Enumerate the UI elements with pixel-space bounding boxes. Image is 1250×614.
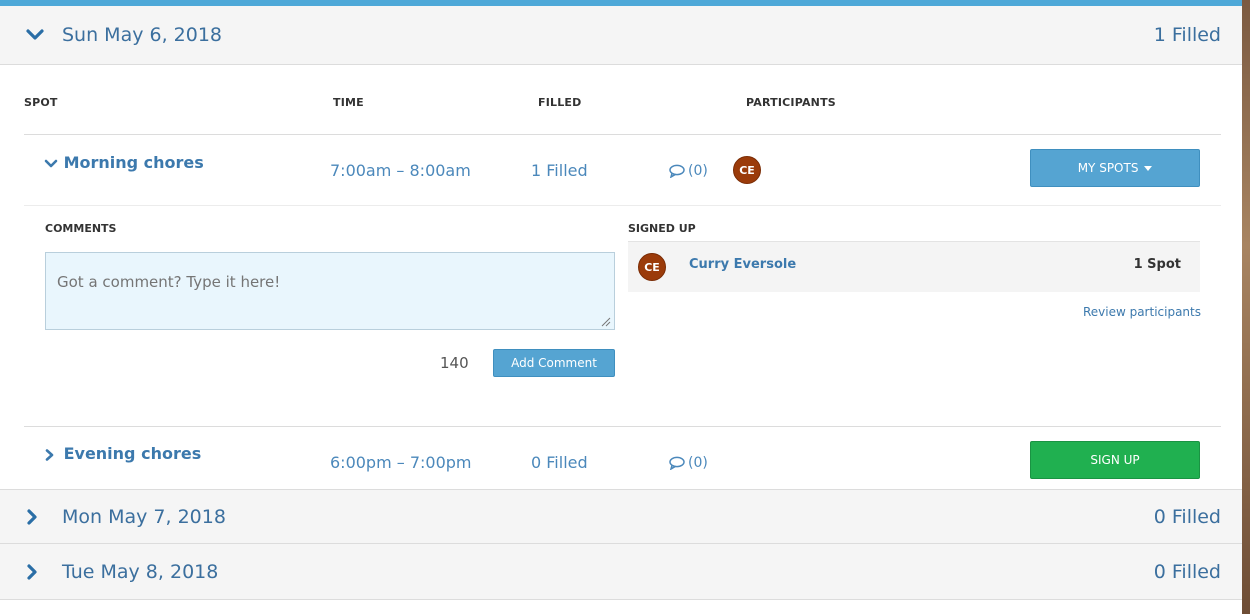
date-label: Tue May 8, 2018 [62, 560, 219, 583]
window-edge [1242, 0, 1250, 614]
comment-count-link[interactable]: (0) [668, 455, 708, 471]
review-participants-link[interactable]: Review participants [1000, 305, 1201, 319]
date-row-mon[interactable]: Mon May 7, 2018 0 Filled [0, 489, 1242, 544]
date-filled-count: 0 Filled [1153, 505, 1221, 528]
chevron-down-icon [44, 153, 58, 172]
header-filled: FILLED [538, 96, 582, 109]
comment-count: (0) [688, 455, 708, 471]
spot-time: 7:00am – 8:00am [330, 161, 471, 180]
my-spots-label: MY SPOTS [1077, 161, 1139, 175]
header-participants: PARTICIPANTS [746, 96, 836, 109]
avatar: CE [638, 253, 666, 281]
comment-input[interactable] [45, 252, 615, 330]
participant-spots: 1 Spot [1133, 257, 1181, 272]
spot-time: 6:00pm – 7:00pm [330, 453, 472, 472]
spot-name: Evening chores [63, 444, 202, 463]
add-comment-button[interactable]: Add Comment [493, 349, 615, 377]
comments-label: COMMENTS [45, 222, 117, 235]
date-label: Sun May 6, 2018 [62, 24, 223, 46]
spot-toggle-evening[interactable]: Evening chores [44, 444, 202, 463]
spot-toggle-morning[interactable]: Morning chores [44, 153, 204, 172]
divider [24, 426, 1221, 427]
char-count: 140 [440, 354, 469, 372]
date-filled-count: 1 Filled [1153, 24, 1221, 46]
spot-filled: 1 Filled [531, 161, 588, 180]
sign-up-button[interactable]: SIGN UP [1030, 441, 1200, 479]
header-spot: SPOT [24, 96, 58, 109]
divider [24, 134, 1221, 135]
chevron-right-icon [44, 444, 58, 463]
comment-count: (0) [688, 163, 708, 179]
date-label: Mon May 7, 2018 [62, 505, 226, 528]
date-row-tue[interactable]: Tue May 8, 2018 0 Filled [0, 544, 1242, 600]
date-filled-count: 0 Filled [1153, 560, 1221, 583]
resize-grip-icon[interactable] [600, 316, 611, 327]
chevron-right-icon [26, 508, 38, 525]
chevron-right-icon [26, 563, 38, 580]
date-row-sun[interactable]: Sun May 6, 2018 1 Filled [0, 6, 1242, 65]
caret-down-icon [1144, 166, 1153, 171]
comment-count-link[interactable]: (0) [668, 163, 708, 179]
spot-filled: 0 Filled [531, 453, 588, 472]
divider [24, 205, 1221, 206]
participant-name[interactable]: Curry Eversole [689, 257, 796, 272]
comment-icon [668, 164, 686, 178]
chevron-down-icon [26, 29, 44, 41]
avatar: CE [733, 156, 761, 184]
signed-up-label: SIGNED UP [628, 222, 696, 235]
spot-name: Morning chores [63, 153, 204, 172]
header-time: TIME [333, 96, 364, 109]
comment-icon [668, 456, 686, 470]
my-spots-button[interactable]: MY SPOTS [1030, 149, 1200, 187]
